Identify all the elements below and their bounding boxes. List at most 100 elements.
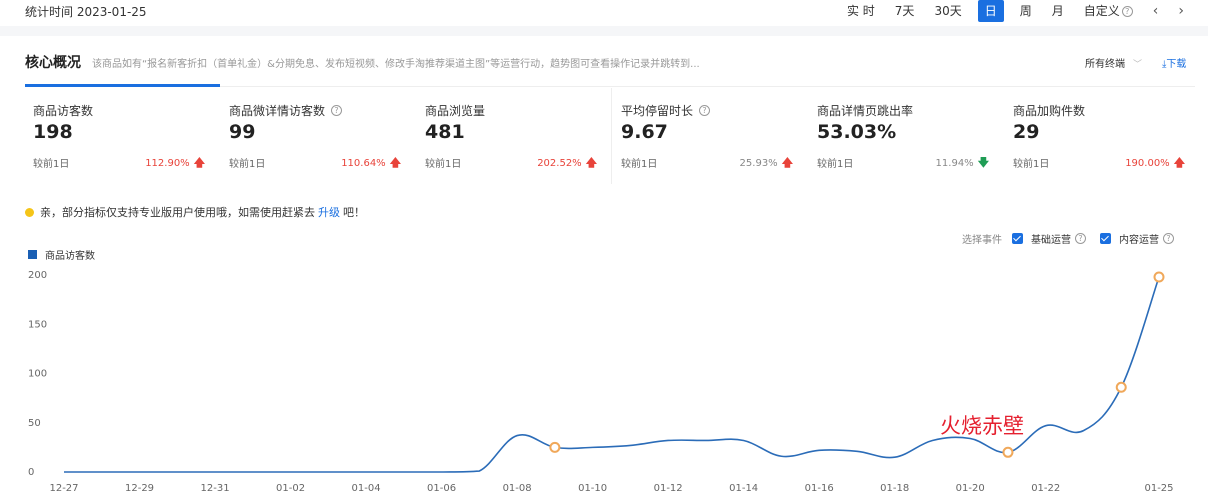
x-tick-label: 01-12 (654, 483, 683, 494)
chevron-down-icon: ﹀ (1133, 60, 1143, 70)
event-marker[interactable] (1115, 381, 1127, 393)
event-markers (549, 271, 1165, 458)
metric-change: 25.93% 🡅 (740, 154, 793, 173)
custom-label: 自定义 (1083, 4, 1120, 18)
y-tick-label: 50 (28, 418, 41, 429)
metric-label: 商品访客数 (33, 104, 94, 118)
metric-value: 53.03% (817, 121, 897, 143)
x-tick-label: 01-22 (1031, 483, 1060, 494)
event-marker[interactable] (549, 441, 561, 453)
period-month[interactable]: 月 (1042, 0, 1074, 22)
metric-card[interactable]: 商品加购件数 29 较前1日 190.00% 🡅 (1005, 88, 1201, 184)
metric-value: 9.67 (621, 121, 668, 143)
x-tick-label: 01-02 (276, 483, 305, 494)
checkbox-checked-icon[interactable] (1100, 233, 1111, 244)
arrow-down-icon: 🡇 (977, 156, 989, 169)
x-tick-label: 01-20 (956, 483, 985, 494)
help-icon: ? (1163, 233, 1174, 244)
metric-label: 平均停留时长 (621, 104, 694, 118)
metric-card[interactable]: 商品浏览量 481 较前1日 202.52% 🡅 (417, 88, 613, 184)
x-tick-label: 01-14 (729, 483, 758, 494)
event-content[interactable]: 内容运营 ? (1100, 231, 1174, 246)
period-realtime[interactable]: 实 时 (837, 0, 885, 22)
x-tick-label: 12-31 (201, 483, 230, 494)
visitor-trend-chart: 0 50 100 150 200 12-27 12-29 12-31 01-02 01-04 01… (28, 270, 1174, 494)
event-marker[interactable] (1002, 446, 1014, 458)
metric-cards: 商品访客数 198 较前1日 112.90% 🡅 商品微详情访客数? 99 较前1… (25, 88, 1195, 184)
top-bar: 统计时间 2023-01-25 实 时 7天 30天 日 周 月 自定义? ‹ … (0, 0, 1208, 24)
next-arrow-icon[interactable]: › (1168, 0, 1194, 22)
y-axis: 0 50 100 150 200 (28, 270, 47, 478)
arrow-up-icon: 🡅 (193, 156, 205, 169)
upgrade-link[interactable]: 升级 (318, 204, 340, 220)
stat-time: 统计时间 2023-01-25 (25, 5, 147, 19)
help-icon: ? (1075, 233, 1086, 244)
metric-card[interactable]: 商品微详情访客数? 99 较前1日 110.64% 🡅 (221, 88, 417, 184)
notice-text: 亲，部分指标仅支持专业版用户使用哦，如需使用赶紧去 (40, 206, 315, 219)
period-30d[interactable]: 30天 (924, 0, 971, 22)
metric-label: 商品浏览量 (425, 104, 486, 118)
series-line (64, 276, 1160, 473)
metric-label: 商品微详情访客数 (229, 104, 326, 118)
metric-change-value: 112.90% (145, 158, 190, 169)
x-tick-label: 01-18 (880, 483, 909, 494)
watermark-text: 火烧赤壁 (940, 414, 1024, 438)
help-icon: ? (1121, 5, 1133, 17)
metric-change-value: 25.93% (739, 158, 778, 169)
y-tick-label: 0 (28, 467, 34, 478)
event-basic-label: 基础运营 (1031, 235, 1071, 246)
metric-change-value: 202.52% (537, 158, 582, 169)
period-custom[interactable]: 自定义? (1074, 0, 1143, 22)
metric-change: 11.94% 🡇 (936, 154, 989, 173)
metric-label-wrap: 商品详情页跳出率 (817, 102, 913, 119)
prev-arrow-icon[interactable]: ‹ (1143, 0, 1169, 22)
metric-card[interactable]: 商品详情页跳出率 53.03% 较前1日 11.94% 🡇 (809, 88, 1005, 184)
event-content-label: 内容运营 (1119, 235, 1159, 246)
metric-label-wrap: 商品加购件数 (1013, 102, 1085, 119)
metric-label: 商品详情页跳出率 (817, 104, 914, 118)
period-7d[interactable]: 7天 (885, 0, 925, 22)
x-tick-label: 01-08 (503, 483, 532, 494)
metric-label-wrap: 商品浏览量 (425, 102, 485, 119)
metric-change: 112.90% 🡅 (145, 154, 205, 173)
core-description: 该商品如有“报名新客折扣（首单礼金）&分期免息、发布短视频、修改手淘推荐渠道主图… (92, 59, 700, 70)
event-basic[interactable]: 基础运营 ? (1012, 231, 1086, 246)
period-week[interactable]: 周 (1010, 0, 1042, 22)
metric-change: 190.00% 🡅 (1125, 154, 1185, 173)
metric-card[interactable]: 商品访客数 198 较前1日 112.90% 🡅 (25, 88, 221, 184)
x-tick-label: 01-04 (352, 483, 381, 494)
event-selector: 选择事件 基础运营 ? 内容运营 ? (962, 231, 1174, 246)
event-marker[interactable] (1153, 271, 1165, 283)
metric-change-value: 190.00% (1125, 158, 1170, 169)
upgrade-notice: 亲，部分指标仅支持专业版用户使用哦，如需使用赶紧去 升级 吧！ (25, 204, 365, 220)
x-tick-label: 01-10 (578, 483, 607, 494)
x-tick-label: 12-29 (125, 483, 154, 494)
checkbox-checked-icon[interactable] (1012, 233, 1023, 244)
help-icon[interactable]: ? (699, 105, 711, 116)
y-tick-label: 200 (28, 270, 47, 281)
metric-compare: 较前1日 (817, 159, 854, 170)
metric-compare: 较前1日 (425, 159, 462, 170)
active-tab-underline (25, 84, 220, 87)
metric-divider (611, 88, 612, 184)
help-icon[interactable]: ? (331, 105, 343, 116)
arrow-up-icon: 🡅 (781, 156, 793, 169)
period-selector: 实 时 7天 30天 日 周 月 自定义? ‹ › (837, 0, 1194, 22)
metric-compare: 较前1日 (1013, 159, 1050, 170)
terminal-label: 所有终端 (1085, 59, 1125, 70)
arrow-up-icon: 🡅 (585, 156, 597, 169)
metric-compare: 较前1日 (33, 159, 70, 170)
download-label: 下载 (1166, 59, 1187, 70)
metric-label: 商品加购件数 (1013, 104, 1086, 118)
terminal-select[interactable]: 所有终端 ﹀ (1085, 55, 1142, 70)
metric-card[interactable]: 平均停留时长? 9.67 较前1日 25.93% 🡅 (613, 88, 809, 184)
metric-change: 202.52% 🡅 (537, 154, 597, 173)
metric-change-value: 110.64% (341, 158, 386, 169)
metric-label-wrap: 商品微详情访客数? (229, 102, 343, 119)
x-tick-label: 12-27 (49, 483, 78, 494)
arrow-up-icon: 🡅 (389, 156, 401, 169)
period-day[interactable]: 日 (977, 0, 1004, 22)
metric-value: 99 (229, 121, 256, 143)
event-label: 选择事件 (962, 235, 1002, 246)
download-button[interactable]: ⤓下载 (1162, 55, 1186, 70)
